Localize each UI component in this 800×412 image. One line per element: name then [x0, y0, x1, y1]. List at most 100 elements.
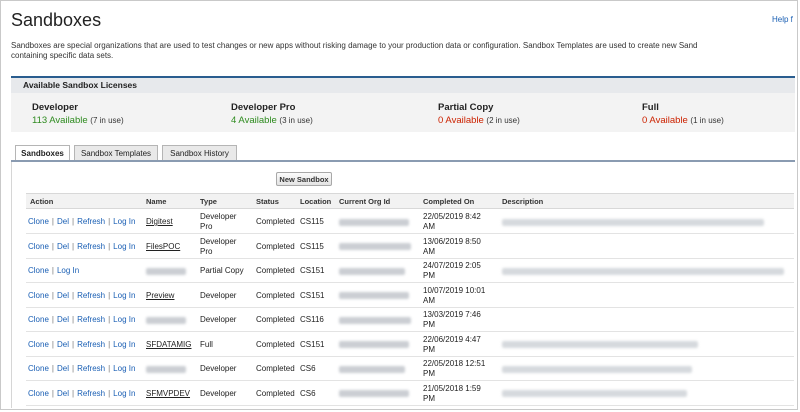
delete-link[interactable]: Del	[57, 389, 69, 399]
license-developer: Developer 113 Available (7 in use)	[32, 102, 124, 126]
license-developer-pro: Developer Pro 4 Available (3 in use)	[231, 102, 313, 126]
login-link[interactable]: Log In	[113, 291, 135, 301]
delete-link[interactable]: Del	[57, 364, 69, 374]
login-link[interactable]: Log In	[113, 389, 135, 399]
delete-link[interactable]: Del	[57, 217, 69, 227]
col-current-org-id[interactable]: Current Org Id	[339, 197, 390, 206]
col-completed-on[interactable]: Completed On	[423, 197, 474, 206]
delete-link[interactable]: Del	[57, 242, 69, 252]
action-separator: |	[51, 241, 54, 251]
sandbox-name-link[interactable]: FilesPOC	[146, 242, 180, 252]
clone-link[interactable]: Clone	[28, 217, 49, 227]
login-link[interactable]: Log In	[113, 364, 135, 374]
sandbox-status: Completed	[256, 364, 295, 373]
description	[502, 333, 698, 357]
refresh-link[interactable]: Refresh	[77, 291, 105, 301]
redacted-description	[502, 390, 687, 397]
table-row: Clone | Del | Refresh | Log In SFMVPDEV Develope…	[26, 382, 794, 406]
description	[502, 357, 692, 381]
refresh-link[interactable]: Refresh	[77, 364, 105, 374]
redacted-name	[146, 365, 186, 373]
refresh-link[interactable]: Refresh	[77, 315, 105, 325]
col-description[interactable]: Description	[502, 197, 543, 206]
refresh-link[interactable]: Refresh	[77, 389, 105, 399]
completed-on-line1: 21/05/2018 1:59	[423, 383, 481, 393]
sandbox-type: Developer Pro	[200, 235, 236, 259]
row-actions: Clone | Del | Refresh | Log In	[28, 210, 135, 234]
license-available: 4 Available	[231, 115, 277, 126]
row-actions: Clone | Del | Refresh | Log In	[28, 333, 135, 357]
sandbox-status: Completed	[256, 290, 295, 300]
license-in-use: (3 in use)	[279, 116, 313, 125]
completed-on-line2: AM	[423, 246, 435, 256]
sandbox-name	[146, 259, 186, 283]
sandbox-type-line1: Developer	[200, 364, 237, 373]
table-row: Clone | Del | Refresh | Log In Digitest Develope…	[26, 210, 794, 234]
delete-link[interactable]: Del	[57, 340, 69, 350]
completed-on-line1: 22/05/2018 12:51	[423, 359, 486, 368]
table-row: Clone | Del | Refresh | Log In Preview Developer…	[26, 284, 794, 308]
clone-link[interactable]: Clone	[28, 389, 49, 399]
completed-on: 22/05/2018 12:51 PM	[423, 357, 485, 381]
redacted-org-id	[339, 316, 411, 324]
sandbox-name-link[interactable]: SFMVPDEV	[146, 389, 190, 399]
clone-link[interactable]: Clone	[28, 242, 49, 252]
col-status[interactable]: Status	[256, 197, 279, 206]
help-link[interactable]: Help f	[772, 15, 793, 24]
sandbox-name: FilesPOC	[146, 235, 180, 259]
org-id	[339, 333, 409, 357]
refresh-link[interactable]: Refresh	[77, 217, 105, 227]
clone-link[interactable]: Clone	[28, 340, 49, 350]
action-separator: |	[108, 339, 111, 349]
refresh-link[interactable]: Refresh	[77, 242, 105, 252]
sandbox-name-link[interactable]: SFDATAMIG	[146, 340, 191, 350]
sandbox-type-line1: Developer	[200, 236, 237, 246]
redacted-name	[146, 316, 186, 324]
clone-link[interactable]: Clone	[28, 315, 49, 325]
action-separator: |	[72, 241, 75, 251]
action-separator: |	[72, 339, 75, 349]
col-type[interactable]: Type	[200, 197, 217, 206]
license-available: 0 Available	[642, 115, 688, 126]
sandbox-type-line1: Developer	[200, 212, 237, 221]
col-location[interactable]: Location	[300, 197, 331, 206]
sandbox-type: Developer Pro	[200, 210, 236, 234]
action-separator: |	[108, 315, 111, 324]
clone-link[interactable]: Clone	[28, 266, 49, 276]
sandbox-location: CS115	[300, 217, 324, 226]
redacted-org-id	[339, 218, 409, 226]
login-link[interactable]: Log In	[57, 266, 79, 276]
sandbox-location: CS151	[300, 290, 325, 300]
sandbox-name	[146, 308, 186, 332]
tab-sandbox-history[interactable]: Sandbox History	[162, 145, 237, 161]
login-link[interactable]: Log In	[113, 242, 135, 252]
completed-on: 13/03/2019 7:46 PM	[423, 308, 481, 332]
delete-link[interactable]: Del	[57, 315, 69, 325]
sandbox-name-link[interactable]: Preview	[146, 291, 174, 301]
license-full: Full 0 Available (1 in use)	[642, 102, 724, 126]
completed-on: 22/06/2019 4:47 PM	[423, 333, 481, 357]
delete-link[interactable]: Del	[57, 291, 69, 301]
completed-on-line1: 13/03/2019 7:46	[423, 310, 481, 319]
sandbox-name-link[interactable]: Digitest	[146, 217, 173, 227]
clone-link[interactable]: Clone	[28, 364, 49, 374]
clone-link[interactable]: Clone	[28, 291, 49, 301]
action-separator: |	[108, 364, 111, 373]
license-name: Developer Pro	[231, 102, 296, 113]
redacted-org-id	[339, 341, 409, 348]
sandbox-type-line2: Pro	[200, 246, 213, 256]
action-separator: |	[72, 290, 75, 300]
sandbox-name: SFMVPDEV	[146, 382, 190, 406]
login-link[interactable]: Log In	[113, 340, 135, 350]
sandbox-status: Completed	[256, 315, 295, 324]
tab-sandbox-templates[interactable]: Sandbox Templates	[74, 145, 158, 161]
col-name[interactable]: Name	[146, 197, 166, 206]
login-link[interactable]: Log In	[113, 315, 135, 325]
action-separator: |	[108, 217, 111, 226]
sandbox-type-line1: Developer	[200, 388, 237, 398]
new-sandbox-button[interactable]: New Sandbox	[276, 172, 332, 186]
row-actions: Clone | Del | Refresh | Log In	[28, 357, 135, 381]
refresh-link[interactable]: Refresh	[77, 340, 105, 350]
completed-on-line2: PM	[423, 369, 435, 378]
login-link[interactable]: Log In	[113, 217, 135, 227]
